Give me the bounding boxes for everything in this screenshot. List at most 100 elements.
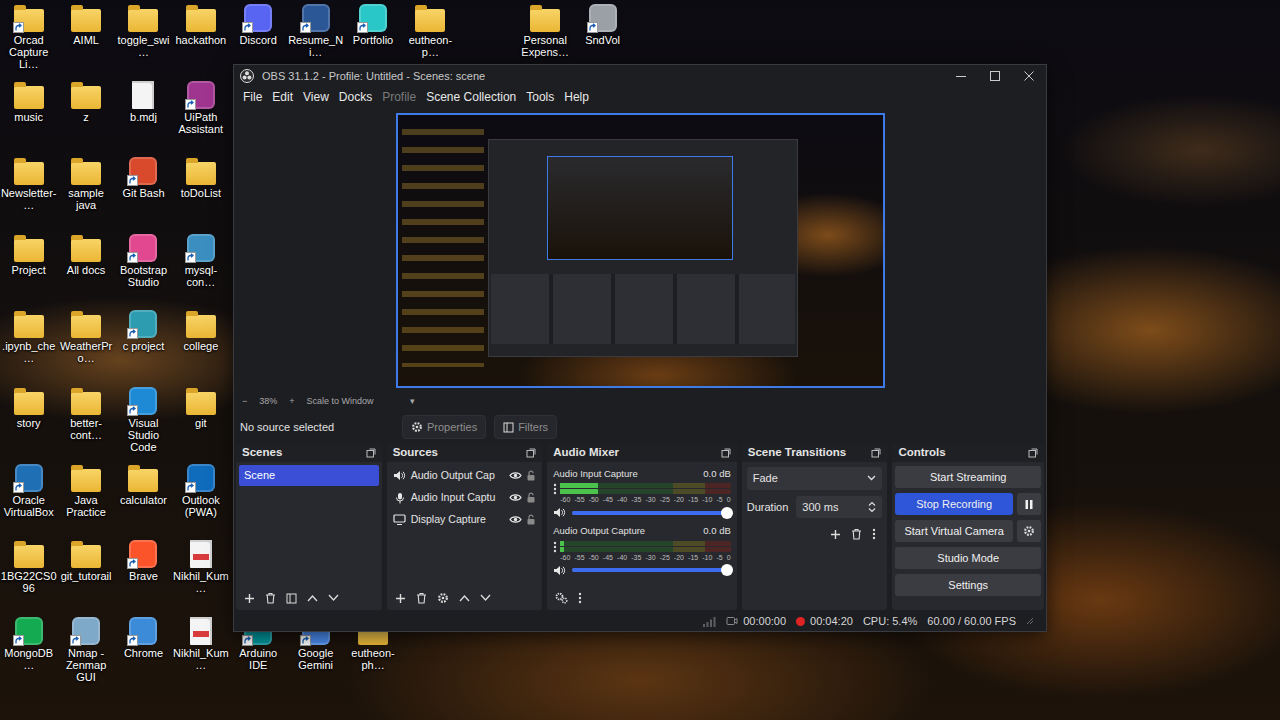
desktop-icon[interactable]: Project — [0, 230, 57, 307]
add-icon[interactable] — [830, 528, 841, 540]
desktop-icon[interactable]: Oracle VirtualBox — [0, 460, 57, 537]
zoom-in-button[interactable]: + — [289, 395, 294, 409]
control-button[interactable]: Studio Mode — [895, 547, 1041, 569]
menu-item[interactable]: File — [238, 86, 267, 108]
spin-arrows-icon[interactable] — [868, 501, 876, 513]
desktop-icon[interactable]: Chrome — [115, 613, 172, 690]
desktop-icon[interactable]: Nikhil_Kum… — [172, 536, 229, 613]
duration-input[interactable]: 300 ms — [796, 496, 882, 519]
gear-icon[interactable] — [437, 592, 449, 604]
desktop-icon[interactable]: better-cont… — [57, 383, 114, 460]
source-item[interactable]: Audio Output Cap — [390, 465, 540, 487]
remove-icon[interactable] — [851, 528, 862, 540]
mixer-menu-icon[interactable] — [578, 592, 582, 604]
resize-grip-icon[interactable] — [1026, 617, 1034, 625]
source-item[interactable]: Display Capture — [390, 509, 540, 531]
desktop-icon[interactable]: Java Practice — [57, 460, 114, 537]
control-button[interactable]: Stop Recording — [895, 493, 1013, 515]
speaker-icon[interactable] — [553, 565, 566, 576]
desktop-icon[interactable]: toDoList — [172, 153, 229, 230]
remove-icon[interactable] — [265, 592, 276, 604]
desktop-icon[interactable]: hackathon — [172, 0, 229, 77]
control-button[interactable]: Start Virtual Camera — [895, 520, 1013, 542]
menu-item[interactable]: Tools — [521, 86, 559, 108]
desktop-icon[interactable]: z — [57, 77, 114, 154]
control-button[interactable]: Settings — [895, 574, 1041, 596]
desktop-icon[interactable]: sample java — [57, 153, 114, 230]
eye-icon[interactable] — [509, 493, 522, 502]
desktop-icon[interactable]: WeatherPro… — [57, 306, 114, 383]
desktop-icon[interactable]: Visual Studio Code — [115, 383, 172, 460]
eye-icon[interactable] — [509, 471, 522, 480]
desktop-icon[interactable]: git_tutorail — [57, 536, 114, 613]
maximize-icon[interactable] — [978, 65, 1012, 87]
volume-knob[interactable] — [721, 507, 733, 519]
desktop-icon[interactable]: Bootstrap Studio — [115, 230, 172, 307]
close-icon[interactable] — [1012, 65, 1046, 87]
preview-canvas[interactable] — [396, 113, 885, 388]
lock-icon[interactable] — [526, 514, 536, 525]
add-icon[interactable] — [395, 593, 406, 604]
undock-icon[interactable] — [526, 448, 536, 458]
desktop-icon[interactable]: UiPath Assistant — [172, 77, 229, 154]
desktop-icon[interactable]: toggle_swi… — [115, 0, 172, 77]
undock-icon[interactable] — [871, 448, 881, 458]
move-down-icon[interactable] — [480, 594, 491, 602]
desktop-icon[interactable]: Git Bash — [115, 153, 172, 230]
zoom-out-button[interactable]: − — [242, 395, 247, 409]
minimize-icon[interactable] — [944, 65, 978, 87]
undock-icon[interactable] — [1028, 448, 1038, 458]
desktop-icon[interactable]: 1BG22CS096 — [0, 536, 57, 613]
properties-button[interactable]: Properties — [402, 415, 486, 440]
undock-icon[interactable] — [366, 448, 376, 458]
desktop-icon[interactable]: Nikhil_Kum… — [172, 613, 229, 690]
add-icon[interactable] — [244, 593, 255, 604]
source-item[interactable]: Audio Input Captu — [390, 487, 540, 509]
desktop-icon[interactable]: Newsletter-… — [0, 153, 57, 230]
desktop-icon[interactable]: AIML — [57, 0, 114, 77]
menu-item[interactable]: Scene Collection — [421, 86, 521, 108]
desktop-icon[interactable]: All docs — [57, 230, 114, 307]
desktop-icon[interactable]: c project — [115, 306, 172, 383]
desktop-icon[interactable]: mysql-con… — [172, 230, 229, 307]
desktop-icon[interactable]: Nmap - Zenmap GUI — [57, 613, 114, 690]
scale-mode[interactable]: Scale to Window — [307, 395, 374, 409]
remove-icon[interactable] — [416, 592, 427, 604]
volume-knob[interactable] — [721, 564, 733, 576]
scene-item[interactable]: Scene — [239, 465, 379, 486]
desktop-icon[interactable]: .ipynb_che… — [0, 306, 57, 383]
control-button[interactable]: Start Streaming — [895, 466, 1041, 488]
menu-item[interactable]: Docks — [334, 86, 377, 108]
scale-dropdown-caret[interactable]: ▾ — [410, 395, 415, 409]
gear-icon[interactable] — [1017, 520, 1041, 542]
volume-slider[interactable] — [572, 568, 731, 572]
desktop-icon[interactable]: git — [172, 383, 229, 460]
desktop-icon[interactable]: Outlook (PWA) — [172, 460, 229, 537]
channel-menu-icon[interactable] — [553, 483, 557, 495]
filters-button[interactable]: Filters — [494, 415, 557, 440]
desktop-icon[interactable]: story — [0, 383, 57, 460]
speaker-icon[interactable] — [553, 507, 566, 518]
desktop-icon[interactable]: Brave — [115, 536, 172, 613]
mixer-settings-icon[interactable] — [555, 592, 568, 604]
menu-item[interactable]: Edit — [267, 86, 298, 108]
eye-icon[interactable] — [509, 515, 522, 524]
desktop-icon[interactable]: music — [0, 77, 57, 154]
move-down-icon[interactable] — [328, 594, 339, 602]
lock-icon[interactable] — [526, 470, 536, 481]
desktop-icon[interactable]: Orcad Capture Li… — [0, 0, 57, 77]
desktop-icon[interactable]: calculator — [115, 460, 172, 537]
desktop-icon[interactable]: college — [172, 306, 229, 383]
menu-item[interactable]: Help — [559, 86, 594, 108]
menu-icon[interactable] — [872, 528, 876, 540]
channel-menu-icon[interactable] — [553, 541, 557, 553]
desktop-icon[interactable]: MongoDB… — [0, 613, 57, 690]
desktop-icon[interactable]: b.mdj — [115, 77, 172, 154]
undock-icon[interactable] — [721, 448, 731, 458]
menu-item[interactable]: View — [298, 86, 334, 108]
volume-slider[interactable] — [572, 511, 731, 515]
lock-icon[interactable] — [526, 492, 536, 503]
move-up-icon[interactable] — [307, 594, 318, 602]
filter-icon[interactable] — [286, 593, 297, 604]
transition-select[interactable]: Fade — [747, 467, 883, 490]
